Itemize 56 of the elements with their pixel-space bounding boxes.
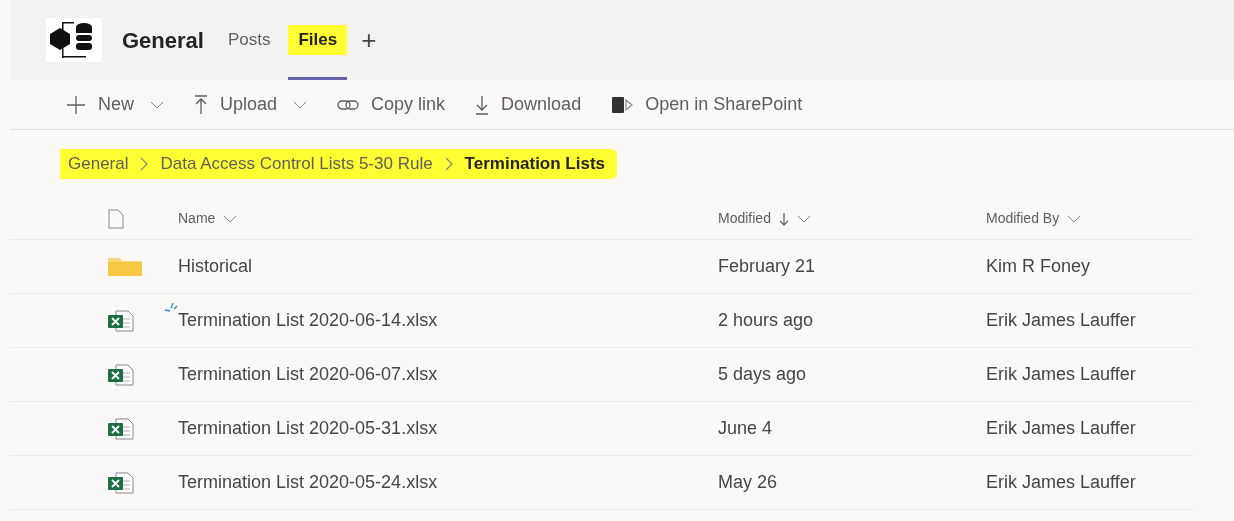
tab[interactable]: Files — [288, 0, 348, 80]
modified-date: 2 hours ago — [718, 309, 815, 332]
breadcrumb-item[interactable]: General — [60, 149, 129, 179]
modified-date: 5 days ago — [718, 363, 808, 386]
toolbar-button[interactable]: Upload — [194, 91, 308, 118]
team-logo-icon — [46, 18, 102, 62]
modified-by: Erik James Lauffer — [986, 309, 1137, 332]
toolbar-button[interactable]: Open in SharePoint — [611, 91, 803, 118]
sharepoint-icon — [611, 95, 634, 114]
modified-by: Erik James Lauffer — [986, 471, 1137, 494]
plus-icon — [66, 94, 86, 115]
modified-date: June 4 — [718, 417, 774, 440]
new-item-icon — [164, 301, 178, 312]
file-name-link[interactable]: Termination List 2020-05-24.xlsx — [178, 469, 718, 496]
add-tab-button[interactable]: + — [361, 20, 377, 60]
excel-file-icon — [108, 309, 134, 332]
file-row[interactable]: Termination List 2020-06-14.xlsx 2 hours ago Erik James Lauffer — [10, 294, 1194, 348]
modified-date: February 21 — [718, 255, 817, 278]
toolbar-button[interactable]: Download — [475, 91, 582, 118]
file-type-icon — [108, 208, 124, 229]
toolbar-button[interactable]: Copy link — [337, 91, 446, 118]
download-icon — [475, 94, 490, 115]
team-name: General — [122, 26, 204, 55]
chevron-down-icon — [223, 214, 238, 223]
file-name-link[interactable]: Termination List 2020-06-14.xlsx — [178, 307, 718, 334]
chevron-down-icon — [150, 100, 164, 109]
link-icon — [337, 97, 360, 112]
file-row[interactable]: Termination List 2020-05-24.xlsx May 26 Erik James Lauffer — [10, 456, 1194, 510]
file-name-link[interactable]: Historical — [178, 253, 718, 280]
modified-by: Erik James Lauffer — [986, 363, 1137, 386]
breadcrumb-item[interactable]: Termination Lists — [464, 149, 618, 179]
chevron-right-icon — [444, 157, 453, 171]
chevron-down-icon — [796, 214, 811, 223]
file-name-link[interactable]: Termination List 2020-05-31.xlsx — [178, 415, 718, 442]
column-header[interactable]: Modified By — [986, 208, 1186, 229]
file-name-link[interactable]: Termination List 2020-06-07.xlsx — [178, 361, 718, 388]
excel-file-icon — [108, 363, 134, 386]
tab[interactable]: Posts — [223, 0, 275, 80]
toolbar-button[interactable]: New — [66, 91, 164, 118]
folder-icon — [108, 257, 142, 276]
breadcrumb-item[interactable]: Data Access Control Lists 5-30 Rule — [160, 149, 433, 179]
chevron-down-icon — [1067, 214, 1082, 223]
file-row[interactable]: Termination List 2020-06-07.xlsx 5 days ago Erik James Lauffer — [10, 348, 1194, 402]
chevron-down-icon — [293, 100, 308, 109]
excel-file-icon — [108, 417, 134, 440]
file-row[interactable]: Historical February 21 Kim R Foney — [10, 240, 1194, 294]
modified-by: Erik James Lauffer — [986, 417, 1137, 440]
file-row[interactable]: Termination List 2020-05-31.xlsx June 4 Erik James Lauffer — [10, 402, 1194, 456]
column-header[interactable]: Modified — [718, 208, 986, 229]
column-header[interactable]: Name — [178, 208, 718, 229]
modified-date: May 26 — [718, 471, 779, 494]
upload-icon — [194, 94, 208, 115]
modified-by: Kim R Foney — [986, 255, 1092, 278]
sort-down-icon — [778, 211, 789, 226]
excel-file-icon — [108, 471, 134, 494]
chevron-right-icon — [140, 157, 149, 171]
